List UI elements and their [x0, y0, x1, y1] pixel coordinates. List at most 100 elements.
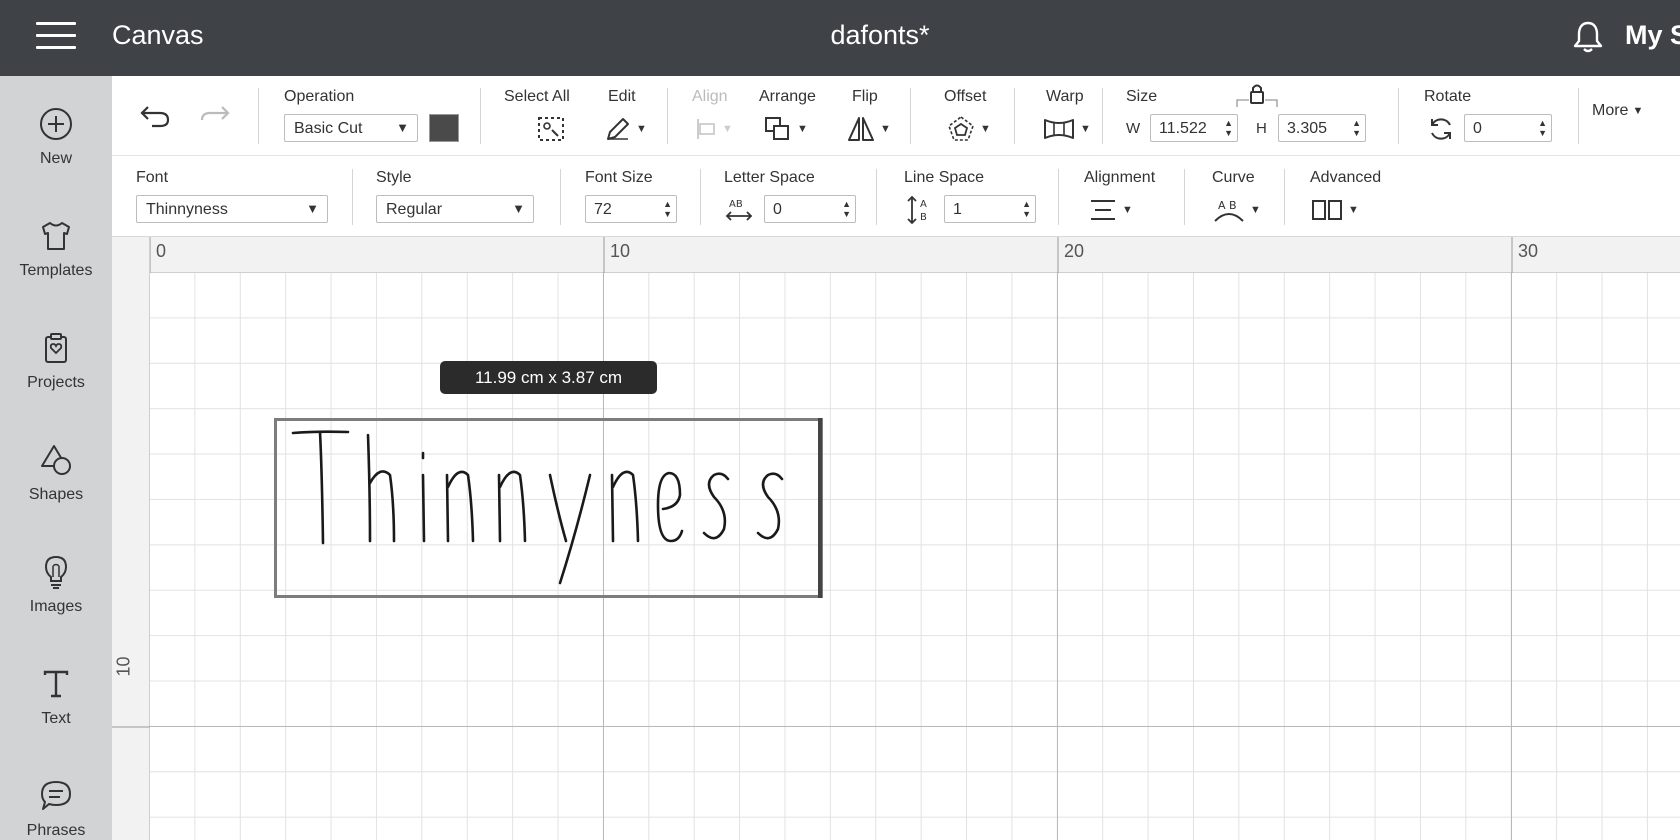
horizontal-ruler: 0 10 20 30	[150, 237, 1680, 273]
font-size-input[interactable]: 72 ▲ ▼	[585, 195, 677, 223]
shapes-icon	[41, 445, 71, 475]
line-space-group: Line Space AB 1 ▲ ▼	[904, 157, 1054, 237]
text-t-icon	[43, 670, 69, 698]
sidebar-item-label: Projects	[27, 374, 85, 391]
caret-down-icon: ▼	[1632, 105, 1644, 117]
advanced-icon[interactable]: ▼	[1310, 197, 1359, 223]
spinner-arrows-icon[interactable]: ▲ ▼	[1022, 199, 1031, 219]
sidebar-item-projects[interactable]: Projects	[0, 314, 112, 419]
sidebar-item-images[interactable]: Images	[0, 538, 112, 643]
alignment-group[interactable]: Alignment ▼	[1084, 157, 1164, 237]
align-group[interactable]: Align ▼	[692, 76, 742, 156]
spinner-arrows-icon[interactable]: ▲ ▼	[842, 199, 851, 219]
letter-space-value: 0	[773, 201, 782, 218]
align-center-icon[interactable]: ▼	[1088, 197, 1133, 223]
select-all-icon[interactable]	[536, 115, 566, 143]
warp-group[interactable]: Warp ▼	[1032, 76, 1102, 156]
width-prefix: W	[1126, 120, 1141, 137]
font-label: Font	[136, 169, 169, 186]
document-title[interactable]: dafonts*	[0, 20, 1680, 51]
bell-icon[interactable]	[1572, 20, 1604, 59]
text-toolbar: Font Thinnyness ▼ Style Regular ▼ Font S…	[112, 157, 1680, 237]
offset-group[interactable]: Offset ▼	[934, 76, 1004, 156]
font-select[interactable]: Thinnyness ▼	[136, 195, 328, 223]
letter-space-input[interactable]: 0 ▲ ▼	[764, 195, 856, 223]
select-all-group[interactable]: Select All	[504, 76, 584, 156]
operation-value: Basic Cut	[294, 120, 363, 137]
rotate-label: Rotate	[1424, 88, 1472, 105]
width-value: 11.522	[1159, 120, 1207, 137]
width-input[interactable]: 11.522 ▲ ▼	[1150, 114, 1238, 142]
sidebar-item-label: Shapes	[28, 486, 84, 503]
rotate-input[interactable]: 0 ▲ ▼	[1464, 114, 1552, 142]
ruler-label: 20	[1064, 241, 1085, 261]
edit-toolbar: Operation Basic Cut ▼ Select All Edit ▼ …	[112, 76, 1680, 156]
warp-icon[interactable]: ▼	[1042, 116, 1091, 142]
offset-icon[interactable]: ▼	[946, 114, 991, 144]
alignment-label: Alignment	[1084, 169, 1156, 186]
sidebar: New Templates Projects Shapes Images Tex…	[0, 76, 112, 840]
operation-label: Operation	[284, 88, 355, 105]
sidebar-item-label: Images	[29, 598, 83, 615]
more-label: More	[1592, 102, 1629, 119]
triangle-down-icon: ▼	[512, 201, 525, 216]
app-root: Canvas dafonts* My S New Templates Proje…	[0, 0, 1680, 840]
font-value: Thinnyness	[146, 201, 228, 218]
sidebar-item-new[interactable]: New	[0, 90, 112, 195]
aspect-lock-icon[interactable]	[1236, 82, 1278, 108]
curve-text-icon[interactable]: A B ▼	[1212, 195, 1261, 225]
rotate-icon[interactable]	[1426, 114, 1456, 144]
spinner-arrows-icon[interactable]: ▲ ▼	[1352, 118, 1361, 138]
align-icon[interactable]: ▼	[694, 116, 733, 142]
arrange-group[interactable]: Arrange ▼	[759, 76, 829, 156]
height-input[interactable]: 3.305 ▲ ▼	[1278, 114, 1366, 142]
arrange-label: Arrange	[759, 88, 816, 105]
rotate-group: Rotate 0 ▲ ▼	[1424, 76, 1554, 156]
edit-group[interactable]: Edit ▼	[600, 76, 660, 156]
sidebar-item-templates[interactable]: Templates	[0, 202, 112, 307]
spinner-arrows-icon[interactable]: ▲ ▼	[1538, 118, 1547, 138]
account-menu[interactable]: My S	[1625, 20, 1680, 51]
advanced-group[interactable]: Advanced ▼	[1310, 157, 1400, 237]
pencil-icon[interactable]: ▼	[602, 114, 647, 144]
font-group: Font Thinnyness ▼	[136, 157, 336, 237]
plus-circle-icon	[40, 108, 72, 140]
sidebar-item-phrases[interactable]: Phrases	[0, 762, 112, 840]
style-group: Style Regular ▼	[376, 157, 536, 237]
spinner-arrows-icon[interactable]: ▲ ▼	[663, 199, 672, 219]
font-size-group: Font Size 72 ▲ ▼	[585, 157, 685, 237]
sidebar-item-label: Text	[41, 710, 71, 727]
more-button[interactable]: More ▼	[1592, 102, 1643, 120]
operation-select[interactable]: Basic Cut ▼	[284, 114, 418, 142]
svg-text:A B: A B	[1218, 199, 1237, 212]
vertical-ruler: 10	[112, 237, 150, 840]
line-space-input[interactable]: 1 ▲ ▼	[944, 195, 1036, 223]
redo-icon[interactable]	[198, 98, 232, 132]
undo-icon[interactable]	[138, 98, 172, 132]
height-prefix: H	[1256, 120, 1267, 137]
curve-group[interactable]: Curve A B ▼	[1212, 157, 1282, 237]
flip-group[interactable]: Flip ▼	[844, 76, 904, 156]
ruler-label: 10	[610, 241, 631, 261]
ruler-label: 0	[156, 241, 167, 261]
style-label: Style	[376, 169, 412, 186]
style-select[interactable]: Regular ▼	[376, 195, 534, 223]
operation-color-swatch[interactable]	[429, 114, 459, 142]
warp-label: Warp	[1046, 88, 1084, 105]
top-bar: Canvas dafonts* My S	[0, 0, 1680, 76]
text-object[interactable]	[276, 413, 822, 598]
flip-icon[interactable]: ▼	[846, 114, 891, 144]
letter-space-group: Letter Space AB 0 ▲ ▼	[724, 157, 874, 237]
flip-label: Flip	[852, 88, 878, 105]
sidebar-item-label: New	[39, 150, 72, 167]
size-label: Size	[1126, 88, 1158, 105]
sidebar-item-shapes[interactable]: Shapes	[0, 426, 112, 531]
size-group: Size W 11.522 ▲ ▼ H 3.305 ▲ ▼	[1126, 76, 1386, 156]
arrange-icon[interactable]: ▼	[763, 114, 808, 144]
spinner-arrows-icon[interactable]: ▲ ▼	[1224, 118, 1233, 138]
sidebar-item-text[interactable]: Text	[0, 650, 112, 755]
clipboard-heart-icon	[45, 333, 67, 363]
font-size-value: 72	[594, 201, 612, 218]
align-label: Align	[692, 88, 728, 105]
lightbulb-icon	[44, 555, 68, 589]
